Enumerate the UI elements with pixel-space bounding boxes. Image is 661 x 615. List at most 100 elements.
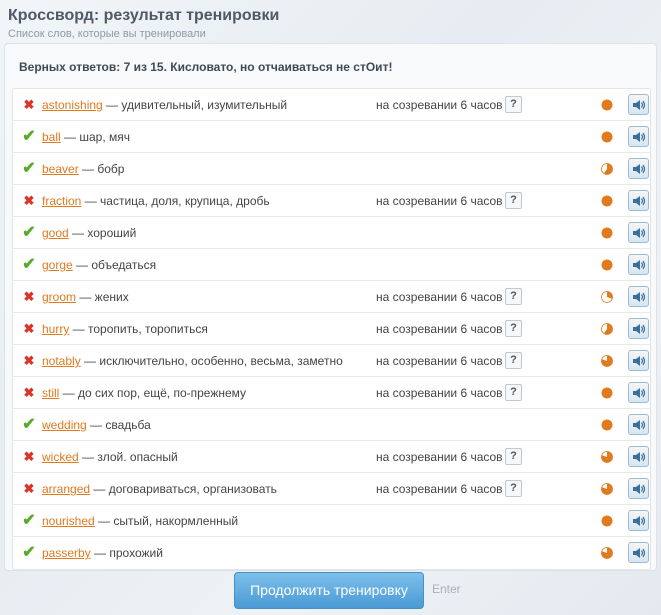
word-row: ✔ good — хороший (13, 217, 650, 249)
word-link[interactable]: gorge (42, 258, 73, 272)
word-link[interactable]: astonishing (42, 98, 103, 112)
help-button[interactable]: ? (505, 384, 522, 401)
word-entry: groom — жених (42, 290, 362, 305)
learning-progress-icon (601, 131, 613, 143)
word-entry: nourished — сытый, накормленный (42, 514, 362, 529)
play-sound-button[interactable] (628, 94, 649, 115)
help-button[interactable]: ? (505, 448, 522, 465)
word-translation: — до сих пор, ещё, по-прежнему (59, 386, 247, 400)
word-row: ✖ still — до сих пор, ещё, по-прежнему на … (13, 377, 650, 409)
maturing-status: на созревании 6 часов (376, 450, 503, 464)
maturing-status: на созревании 6 часов (376, 354, 503, 368)
cross-icon: ✖ (23, 289, 35, 304)
word-list: ✖ astonishing — удивительный, изумительны… (12, 88, 651, 570)
word-link[interactable]: groom (42, 290, 76, 304)
maturing-status: на созревании 6 часов (376, 98, 503, 112)
play-sound-button[interactable] (628, 414, 649, 435)
continue-training-button[interactable]: Продолжить тренировку (234, 572, 424, 609)
word-link[interactable]: good (42, 226, 69, 240)
play-sound-button[interactable] (628, 510, 649, 531)
word-link[interactable]: ball (42, 130, 61, 144)
word-link[interactable]: notably (42, 354, 81, 368)
page-subtitle: Список слов, которые вы тренировали (8, 28, 206, 40)
play-sound-button[interactable] (628, 254, 649, 275)
word-link[interactable]: passerby (42, 546, 91, 560)
word-translation: — сытый, накормленный (94, 514, 239, 528)
cross-icon: ✖ (23, 449, 35, 464)
word-entry: wicked — злой. опасный (42, 450, 362, 465)
learning-progress-icon (601, 547, 613, 559)
word-translation: — удивительный, изумительный (102, 98, 288, 112)
learning-progress-icon (601, 323, 613, 335)
word-translation: — свадьба (86, 418, 151, 432)
word-link[interactable]: still (42, 386, 59, 400)
word-translation: — злой. опасный (78, 450, 178, 464)
word-row: ✖ wicked — злой. опасный на созревании 6 ч… (13, 441, 650, 473)
help-button[interactable]: ? (505, 320, 522, 337)
checkmark-icon: ✔ (22, 128, 36, 145)
speaker-icon (633, 516, 646, 526)
learning-progress-icon (601, 291, 613, 303)
learning-progress-icon (601, 355, 613, 367)
word-row: ✖ arranged — договариваться, организовать… (13, 473, 650, 505)
play-sound-button[interactable] (628, 318, 649, 339)
cross-icon: ✖ (23, 193, 35, 208)
word-link[interactable]: hurry (42, 322, 69, 336)
word-translation: — торопить, торопиться (69, 322, 208, 336)
word-translation: — договариваться, организовать (90, 482, 277, 496)
maturing-status: на созревании 6 часов (376, 322, 503, 336)
word-link[interactable]: arranged (42, 482, 90, 496)
word-translation: — бобр (78, 162, 125, 176)
help-button[interactable]: ? (505, 192, 522, 209)
play-sound-button[interactable] (628, 542, 649, 563)
speaker-icon (633, 100, 646, 110)
help-button[interactable]: ? (505, 288, 522, 305)
results-summary: Верных ответов: 7 из 15. Кисловато, но о… (19, 60, 393, 74)
play-sound-button[interactable] (628, 350, 649, 371)
word-link[interactable]: wicked (42, 450, 79, 464)
learning-progress-icon (601, 483, 613, 495)
cross-icon: ✖ (23, 353, 35, 368)
play-sound-button[interactable] (628, 222, 649, 243)
maturing-status: на созревании 6 часов (376, 194, 503, 208)
word-translation: — исключительно, особенно, весьма, замет… (80, 354, 343, 368)
play-sound-button[interactable] (628, 286, 649, 307)
checkmark-icon: ✔ (22, 160, 36, 177)
word-link[interactable]: wedding (42, 418, 87, 432)
speaker-icon (633, 292, 646, 302)
speaker-icon (633, 196, 646, 206)
word-entry: fraction — частица, доля, крупица, дробь (42, 194, 362, 209)
speaker-icon (633, 452, 646, 462)
word-entry: good — хороший (42, 226, 362, 241)
page-title: Кроссворд: результат тренировки (8, 7, 280, 24)
learning-progress-icon (601, 419, 613, 431)
play-sound-button[interactable] (628, 126, 649, 147)
word-entry: notably — исключительно, особенно, весьм… (42, 354, 362, 369)
learning-progress-icon (601, 387, 613, 399)
word-row: ✔ ball — шар, мяч (13, 121, 650, 153)
word-translation: — шар, мяч (60, 130, 130, 144)
word-row: ✖ groom — жених на созревании 6 часов? (13, 281, 650, 313)
word-row: ✔ passerby — прохожий (13, 537, 650, 569)
play-sound-button[interactable] (628, 478, 649, 499)
word-entry: wedding — свадьба (42, 418, 362, 433)
help-button[interactable]: ? (505, 352, 522, 369)
word-link[interactable]: nourished (42, 514, 95, 528)
maturing-status: на созревании 6 часов (376, 386, 503, 400)
learning-progress-icon (601, 515, 613, 527)
help-button[interactable]: ? (505, 480, 522, 497)
results-panel: Верных ответов: 7 из 15. Кисловато, но о… (4, 43, 657, 571)
play-sound-button[interactable] (628, 446, 649, 467)
help-button[interactable]: ? (505, 96, 522, 113)
checkmark-icon: ✔ (22, 256, 36, 273)
cross-icon: ✖ (23, 97, 35, 112)
word-link[interactable]: fraction (42, 194, 81, 208)
play-sound-button[interactable] (628, 382, 649, 403)
learning-progress-icon (601, 259, 613, 271)
play-sound-button[interactable] (628, 158, 649, 179)
word-link[interactable]: beaver (42, 162, 79, 176)
maturing-status: на созревании 6 часов (376, 290, 503, 304)
word-row: ✔ nourished — сытый, накормленный (13, 505, 650, 537)
word-entry: astonishing — удивительный, изумительный (42, 98, 362, 113)
play-sound-button[interactable] (628, 190, 649, 211)
